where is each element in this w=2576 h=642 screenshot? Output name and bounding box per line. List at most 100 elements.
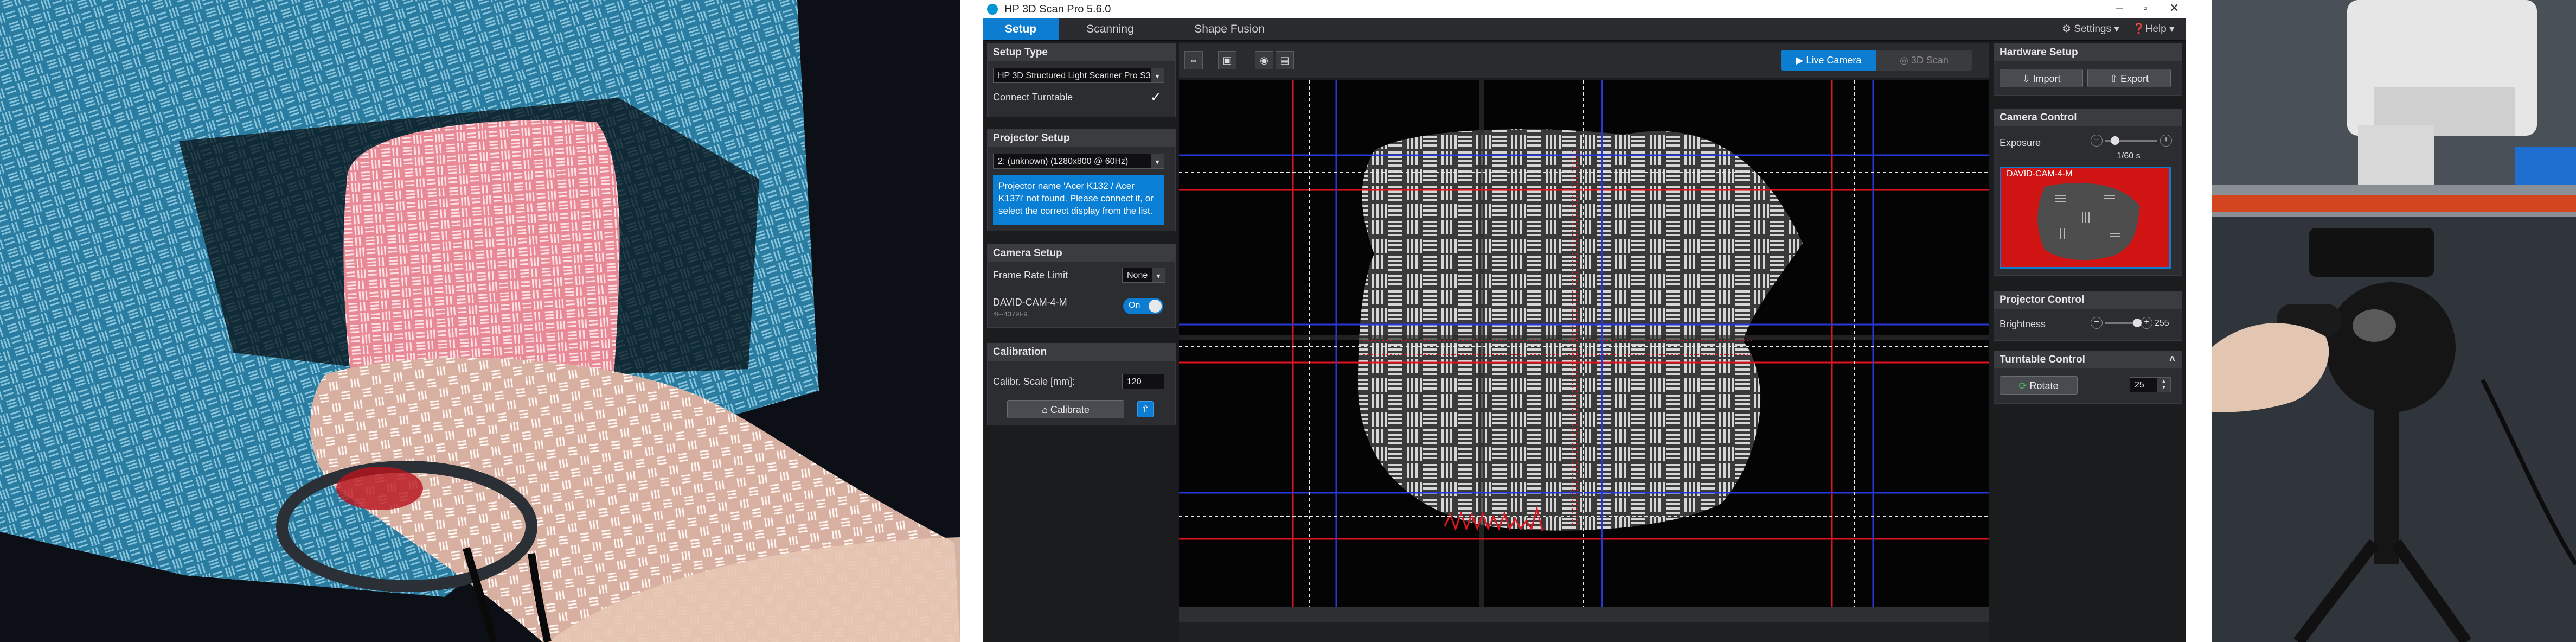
- fullscreen-icon[interactable]: ⇔: [1184, 51, 1203, 69]
- chevron-down-icon: ▾: [1151, 68, 1164, 82]
- panel-hardware-setup: Hardware Setup ⇩ Import ⇧ Export: [1994, 43, 2182, 96]
- tab-setup[interactable]: Setup: [983, 18, 1059, 40]
- connect-turntable-label: Connect Turntable: [993, 92, 1073, 103]
- projector-control-header: Projector Control: [1994, 291, 2182, 309]
- minus-icon[interactable]: −: [2091, 317, 2103, 329]
- scanner-select-value: HP 3D Structured Light Scanner Pro S3: [998, 71, 1151, 80]
- calibration-scale-value: 120: [1127, 377, 1142, 386]
- close-icon[interactable]: ✕: [2169, 1, 2179, 15]
- scanner-select[interactable]: HP 3D Structured Light Scanner Pro S3 ▾: [993, 68, 1164, 83]
- panel-turntable-control: Turntable Control ˄ ⟳ Rotate 25 ▴ ▾: [1994, 351, 2182, 404]
- calibrate-button[interactable]: ⌂ Calibrate: [1007, 400, 1124, 418]
- camera-serial: 4F-4379F9: [993, 310, 1028, 318]
- live-camera-label: Live Camera: [1806, 55, 1862, 66]
- upload-icon: ⇧: [1141, 404, 1150, 415]
- settings-menu[interactable]: ⚙ Settings ▾: [2062, 18, 2119, 40]
- turntable-control-title: Turntable Control: [2000, 354, 2085, 365]
- import-icon: ⇩: [2022, 73, 2033, 84]
- projector-display-select[interactable]: 2: (unknown) (1280x800 @ 60Hz) ▾: [993, 154, 1164, 169]
- minimize-icon[interactable]: –: [2116, 1, 2123, 15]
- camera-toggle-label: On: [1129, 301, 1140, 310]
- live-camera-button[interactable]: ▶ Live Camera: [1781, 50, 1876, 71]
- camera-toggle[interactable]: On: [1123, 298, 1163, 314]
- chevron-up-icon[interactable]: ˄: [2169, 351, 2175, 368]
- rotate-label: Rotate: [2029, 380, 2059, 391]
- menu-bar: Setup Scanning Shape Fusion ⚙ Settings ▾…: [983, 18, 2186, 41]
- camera-setup-header: Camera Setup: [988, 245, 1175, 262]
- chevron-down-icon: ▾: [1152, 268, 1165, 282]
- setup-type-header: Setup Type: [988, 44, 1175, 61]
- calibration-scale-input[interactable]: 120: [1122, 374, 1164, 389]
- export-button[interactable]: ⇧ Export: [2087, 69, 2171, 87]
- gap-right: [2186, 0, 2212, 642]
- brightness-label: Brightness: [2000, 319, 2046, 329]
- folder-icon[interactable]: ▤: [1276, 51, 1294, 69]
- panel-projector-setup: Projector Setup 2: (unknown) (1280x800 @…: [987, 129, 1176, 231]
- video-icon: ▶: [1796, 55, 1806, 66]
- frame-rate-label: Frame Rate Limit: [993, 270, 1068, 281]
- scan-3d-label: 3D Scan: [1911, 55, 1949, 66]
- panel-projector-control: Projector Control Brightness − + 255: [1994, 291, 2182, 341]
- hardware-setup-header: Hardware Setup: [1994, 44, 2182, 61]
- projector-notice: Projector name 'Acer K132 / Acer K137i' …: [993, 175, 1164, 225]
- help-label: Help ▾: [2145, 23, 2175, 35]
- rotate-angle-input[interactable]: 25 ▴ ▾: [2130, 377, 2171, 392]
- panel-camera-setup: Camera Setup Frame Rate Limit None ▾ DAV…: [987, 244, 1176, 328]
- camera-preview-thumbnail[interactable]: DAVID-CAM-4-M: [2000, 167, 2171, 269]
- exposure-label: Exposure: [2000, 137, 2041, 148]
- photo-projected-pattern: [0, 0, 960, 642]
- chevron-down-icon: ▾: [1151, 154, 1164, 168]
- plus-icon[interactable]: +: [2160, 135, 2172, 147]
- gap-left: [960, 0, 983, 642]
- scanner-photo-right: [2212, 0, 2576, 642]
- turntable-control-header: Turntable Control ˄: [1994, 351, 2182, 368]
- export-icon: ⇧: [2109, 73, 2121, 84]
- camera-name: DAVID-CAM-4-M: [993, 297, 1067, 308]
- image-icon[interactable]: ▣: [1218, 51, 1236, 69]
- connect-turntable-checkbox[interactable]: ✓: [1150, 90, 1164, 105]
- camera-viewport[interactable]: [1179, 80, 1989, 607]
- brightness-slider[interactable]: − +: [2091, 316, 2152, 329]
- import-label: Import: [2033, 73, 2061, 84]
- calibration-scale-label: Calibr. Scale [mm]:: [993, 376, 1075, 387]
- tab-scanning[interactable]: Scanning: [1059, 18, 1162, 40]
- plus-icon[interactable]: +: [2141, 317, 2152, 329]
- calibration-upload-button[interactable]: ⇧: [1137, 401, 1154, 417]
- viewport-scrollbar[interactable]: [1179, 607, 1989, 622]
- projector-setup-header: Projector Setup: [988, 130, 1175, 147]
- import-button[interactable]: ⇩ Import: [2000, 69, 2083, 87]
- rotate-icon: ⟳: [2018, 380, 2030, 391]
- eye-icon: ◎: [1900, 55, 1911, 66]
- exposure-value: 1/60 s: [2117, 151, 2141, 161]
- app-window: HP 3D Scan Pro 5.6.0 – ▫ ✕ Setup Scannin…: [983, 0, 2186, 642]
- brightness-value: 255: [2155, 319, 2169, 328]
- rotate-button[interactable]: ⟳ Rotate: [2000, 376, 2078, 395]
- camera-control-header: Camera Control: [1994, 109, 2182, 126]
- live-camera-image: [1179, 80, 1989, 607]
- stepper-icon[interactable]: ▴ ▾: [2157, 378, 2170, 392]
- window-title: HP 3D Scan Pro 5.6.0: [1004, 3, 1111, 15]
- tab-shape-fusion[interactable]: Shape Fusion: [1162, 18, 1297, 40]
- panel-setup-type: Setup Type HP 3D Structured Light Scanne…: [987, 43, 1176, 117]
- help-menu[interactable]: ❓Help ▾: [2132, 18, 2175, 40]
- maximize-icon[interactable]: ▫: [2143, 1, 2148, 15]
- frame-rate-select[interactable]: None ▾: [1122, 268, 1165, 283]
- right-sidebar: Hardware Setup ⇩ Import ⇧ Export Camera …: [1994, 43, 2182, 640]
- minus-icon[interactable]: −: [2091, 135, 2103, 147]
- slider-knob[interactable]: [2111, 136, 2120, 145]
- help-icon: ❓: [2132, 23, 2145, 35]
- scan-3d-button[interactable]: ◎ 3D Scan: [1876, 50, 1972, 71]
- projector-display-value: 2: (unknown) (1280x800 @ 60Hz): [998, 157, 1129, 166]
- photo-camera-tripod: [2212, 0, 2576, 642]
- exposure-slider[interactable]: − +: [2091, 134, 2172, 147]
- calibrate-icon: ⌂: [1042, 404, 1050, 415]
- toggle-knob: [1149, 300, 1162, 313]
- panel-calibration: Calibration Calibr. Scale [mm]: 120 ⌂ Ca…: [987, 343, 1176, 425]
- left-sidebar: Setup Type HP 3D Structured Light Scanne…: [987, 43, 1176, 640]
- settings-label: Settings ▾: [2074, 23, 2119, 35]
- camera-icon[interactable]: ◉: [1255, 51, 1273, 69]
- scan-photo-left: [0, 0, 960, 642]
- preview-object-icon: [2037, 182, 2140, 260]
- export-label: Export: [2120, 73, 2149, 84]
- title-bar: HP 3D Scan Pro 5.6.0 – ▫ ✕: [983, 0, 2186, 18]
